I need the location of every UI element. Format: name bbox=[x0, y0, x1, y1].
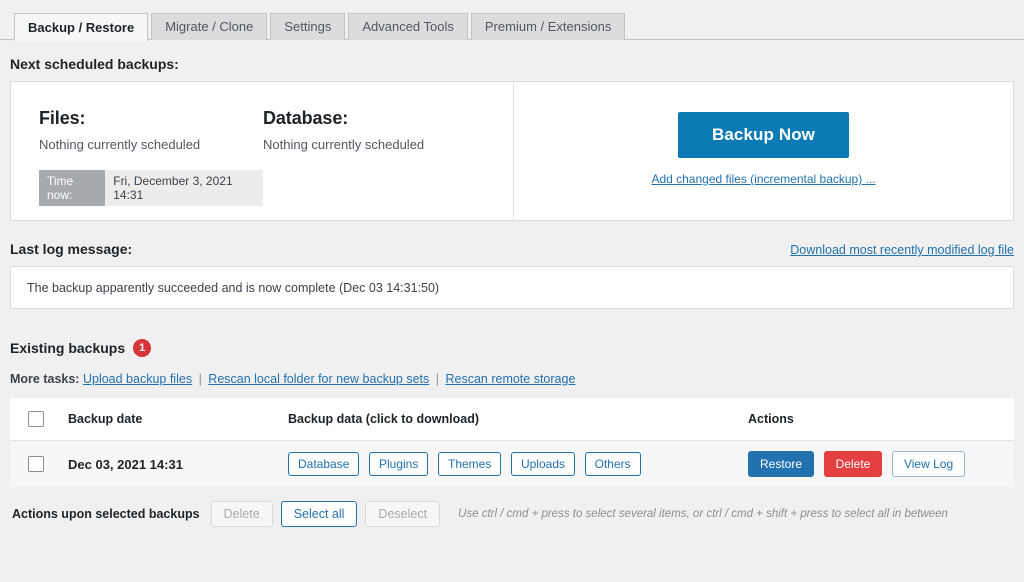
header-backup-data: Backup data (click to download) bbox=[288, 398, 748, 441]
rescan-local-folder-link[interactable]: Rescan local folder for new backup sets bbox=[208, 372, 429, 386]
last-log-message-text: The backup apparently succeeded and is n… bbox=[27, 281, 439, 295]
row-date-cell: Dec 03, 2021 14:31 bbox=[68, 441, 288, 488]
task-separator: | bbox=[196, 372, 205, 386]
restore-button[interactable]: Restore bbox=[748, 451, 814, 477]
rescan-remote-storage-link[interactable]: Rescan remote storage bbox=[445, 372, 575, 386]
files-schedule-column: Files: Nothing currently scheduled Time … bbox=[39, 108, 263, 220]
more-tasks-row: More tasks: Upload backup files | Rescan… bbox=[10, 372, 1014, 386]
tab-label: Advanced Tools bbox=[362, 19, 454, 34]
delete-backup-button[interactable]: Delete bbox=[824, 451, 883, 477]
header-actions: Actions bbox=[748, 398, 1014, 441]
row-data-cell: Database Plugins Themes Uploads Others bbox=[288, 441, 748, 488]
bulk-delete-button[interactable]: Delete bbox=[211, 501, 273, 527]
tab-backup-restore[interactable]: Backup / Restore bbox=[14, 13, 148, 41]
bulk-actions-bar: Actions upon selected backups Delete Sel… bbox=[0, 487, 1024, 527]
backup-now-area: Backup Now Add changed files (incrementa… bbox=[514, 82, 1013, 220]
time-now-label: Time now: bbox=[39, 170, 105, 206]
upload-backup-files-link[interactable]: Upload backup files bbox=[83, 372, 192, 386]
tab-migrate-clone[interactable]: Migrate / Clone bbox=[151, 13, 267, 40]
tab-label: Premium / Extensions bbox=[485, 19, 611, 34]
files-heading: Files: bbox=[39, 108, 263, 129]
last-log-title: Last log message: bbox=[10, 241, 132, 257]
database-status: Nothing currently scheduled bbox=[263, 137, 503, 152]
header-backup-date: Backup date bbox=[68, 398, 288, 441]
tab-bar: Backup / Restore Migrate / Clone Setting… bbox=[0, 0, 1024, 40]
tab-label: Migrate / Clone bbox=[165, 19, 253, 34]
bulk-actions-label: Actions upon selected backups bbox=[12, 507, 200, 521]
existing-backups-count-badge: 1 bbox=[133, 339, 151, 357]
existing-backups-title: Existing backups bbox=[10, 340, 125, 356]
database-schedule-column: Database: Nothing currently scheduled bbox=[263, 108, 503, 220]
time-now-badge: Time now: Fri, December 3, 2021 14:31 bbox=[39, 170, 263, 206]
select-all-checkbox[interactable] bbox=[28, 411, 44, 427]
schedule-card: Files: Nothing currently scheduled Time … bbox=[10, 81, 1014, 221]
deselect-button[interactable]: Deselect bbox=[365, 501, 440, 527]
row-actions-cell: Restore Delete View Log bbox=[748, 441, 1014, 488]
last-log-header: Last log message: Download most recently… bbox=[10, 241, 1014, 257]
download-uploads-button[interactable]: Uploads bbox=[511, 452, 575, 476]
page-content: Next scheduled backups: Files: Nothing c… bbox=[0, 56, 1024, 487]
existing-backups-table: Backup date Backup data (click to downlo… bbox=[10, 398, 1014, 487]
last-log-message-box: The backup apparently succeeded and is n… bbox=[10, 266, 1014, 309]
select-all-button[interactable]: Select all bbox=[281, 501, 358, 527]
tab-settings[interactable]: Settings bbox=[270, 13, 345, 40]
table-body: Dec 03, 2021 14:31 Database Plugins Them… bbox=[10, 441, 1014, 488]
files-status: Nothing currently scheduled bbox=[39, 137, 263, 152]
table-header-row: Backup date Backup data (click to downlo… bbox=[10, 398, 1014, 441]
more-tasks-label: More tasks: bbox=[10, 372, 79, 386]
header-select-all-cell bbox=[10, 398, 68, 441]
table-row[interactable]: Dec 03, 2021 14:31 Database Plugins Them… bbox=[10, 441, 1014, 488]
next-scheduled-backups-title: Next scheduled backups: bbox=[10, 56, 1014, 72]
time-now-value: Fri, December 3, 2021 14:31 bbox=[105, 170, 263, 206]
view-log-button[interactable]: View Log bbox=[892, 451, 965, 477]
task-separator: | bbox=[433, 372, 442, 386]
row-checkbox-cell bbox=[10, 441, 68, 488]
table-header: Backup date Backup data (click to downlo… bbox=[10, 398, 1014, 441]
tab-advanced-tools[interactable]: Advanced Tools bbox=[348, 13, 468, 40]
bulk-actions-hint: Use ctrl / cmd + press to select several… bbox=[458, 508, 948, 520]
incremental-backup-link[interactable]: Add changed files (incremental backup) .… bbox=[651, 172, 875, 186]
tab-label: Backup / Restore bbox=[28, 20, 134, 35]
row-select-checkbox[interactable] bbox=[28, 456, 44, 472]
download-plugins-button[interactable]: Plugins bbox=[369, 452, 428, 476]
tab-label: Settings bbox=[284, 19, 331, 34]
download-themes-button[interactable]: Themes bbox=[438, 452, 501, 476]
database-heading: Database: bbox=[263, 108, 503, 129]
download-others-button[interactable]: Others bbox=[585, 452, 641, 476]
backup-date-value: Dec 03, 2021 14:31 bbox=[68, 457, 183, 472]
schedule-info: Files: Nothing currently scheduled Time … bbox=[11, 82, 514, 220]
existing-backups-header: Existing backups 1 bbox=[10, 339, 1014, 357]
download-database-button[interactable]: Database bbox=[288, 452, 359, 476]
tab-premium-extensions[interactable]: Premium / Extensions bbox=[471, 13, 625, 40]
backup-now-button[interactable]: Backup Now bbox=[678, 112, 849, 158]
download-log-link[interactable]: Download most recently modified log file bbox=[790, 243, 1014, 257]
